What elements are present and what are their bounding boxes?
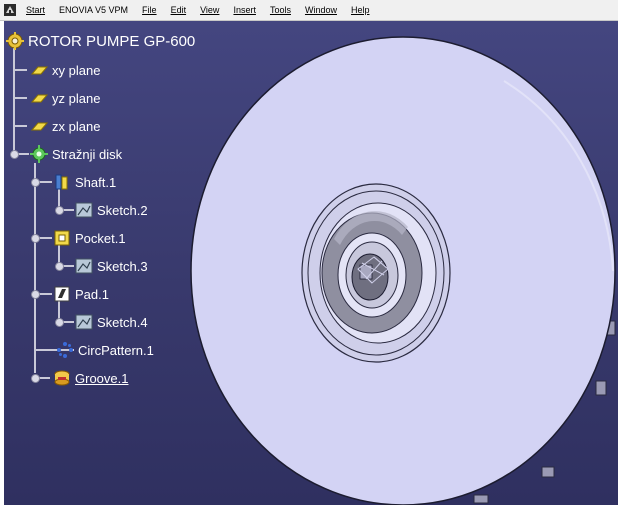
menu-file[interactable]: File [135,5,164,15]
sketch-icon [75,258,93,274]
tree-connector [13,97,27,99]
tree-item-sketch-4[interactable]: Sketch.4 [75,311,148,333]
plane-icon [30,122,48,131]
tree-label-groove: Groove.1 [75,370,129,386]
tree-item-groove[interactable]: Groove.1 [53,367,128,389]
tree-item-yz-plane[interactable]: yz plane [30,87,100,109]
tree-connector [13,125,27,127]
menu-tools[interactable]: Tools [263,5,298,15]
menu-edit[interactable]: Edit [164,5,194,15]
tree-label-xy-plane: xy plane [52,62,101,78]
disk-rim-tab [541,466,555,478]
plane-icon [30,66,48,75]
catia-window: Start ENOVIA V5 VPM File Edit View Inser… [0,0,618,505]
tree-item-zx-plane[interactable]: zx plane [30,115,100,137]
tree-item-pocket[interactable]: Pocket.1 [53,227,126,249]
expand-toggle[interactable] [55,318,64,327]
pad-icon [54,286,70,302]
menu-view[interactable]: View [193,5,226,15]
collapse-toggle[interactable] [31,178,40,187]
tree-connector [13,69,27,71]
sketch-icon [75,314,93,330]
plane-icon [30,94,48,103]
tree-item-shaft[interactable]: Shaft.1 [53,171,116,193]
sketch-icon [75,202,93,218]
pocket-icon [54,230,70,246]
tree-label-shaft: Shaft.1 [75,174,117,190]
tree-item-sketch-2[interactable]: Sketch.2 [75,199,148,221]
tree-label-pad: Pad.1 [75,286,109,302]
tree-label-zx-plane: zx plane [52,118,101,134]
shaft-icon [55,174,68,190]
specification-tree: ROTOR PUMPE GP-600 xy plane yz plane zx [4,21,264,421]
tree-label-root: ROTOR PUMPE GP-600 [28,32,196,50]
catia-start-icon[interactable] [4,4,16,16]
menu-bar: Start ENOVIA V5 VPM File Edit View Inser… [0,0,618,21]
disk-rim-tab [595,380,607,396]
body-gear-icon [30,145,48,163]
tree-label-circpattern: CircPattern.1 [78,342,154,358]
tree-item-pad[interactable]: Pad.1 [53,283,109,305]
menu-start[interactable]: Start [19,5,52,15]
part-gear-icon [6,32,24,50]
tree-item-circpattern[interactable]: CircPattern.1 [56,339,154,361]
tree-label-yz-plane: yz plane [52,90,101,106]
expand-toggle[interactable] [55,262,64,271]
tree-label-sketch-4: Sketch.4 [97,314,148,330]
collapse-toggle[interactable] [31,290,40,299]
menu-insert[interactable]: Insert [226,5,263,15]
tree-label-sketch-3: Sketch.3 [97,258,148,274]
tree-item-root[interactable]: ROTOR PUMPE GP-600 [6,30,195,52]
menu-enovia[interactable]: ENOVIA V5 VPM [52,5,135,15]
tree-connector [34,163,36,373]
tree-label-sketch-2: Sketch.2 [97,202,148,218]
tree-label-pocket: Pocket.1 [75,230,126,246]
expand-toggle[interactable] [31,374,40,383]
expand-toggle[interactable] [55,206,64,215]
3d-viewport[interactable]: ROTOR PUMPE GP-600 xy plane yz plane zx [4,21,618,505]
menu-help[interactable]: Help [344,5,377,15]
tree-item-sketch-3[interactable]: Sketch.3 [75,255,148,277]
tree-item-body[interactable]: Stražnji disk [30,143,122,165]
groove-icon [54,370,70,386]
disk-rim-tab [473,494,489,504]
collapse-toggle[interactable] [31,234,40,243]
tree-label-body: Stražnji disk [52,146,123,162]
collapse-toggle[interactable] [10,150,19,159]
tree-item-xy-plane[interactable]: xy plane [30,59,100,81]
circpattern-icon [57,342,73,358]
menu-window[interactable]: Window [298,5,344,15]
